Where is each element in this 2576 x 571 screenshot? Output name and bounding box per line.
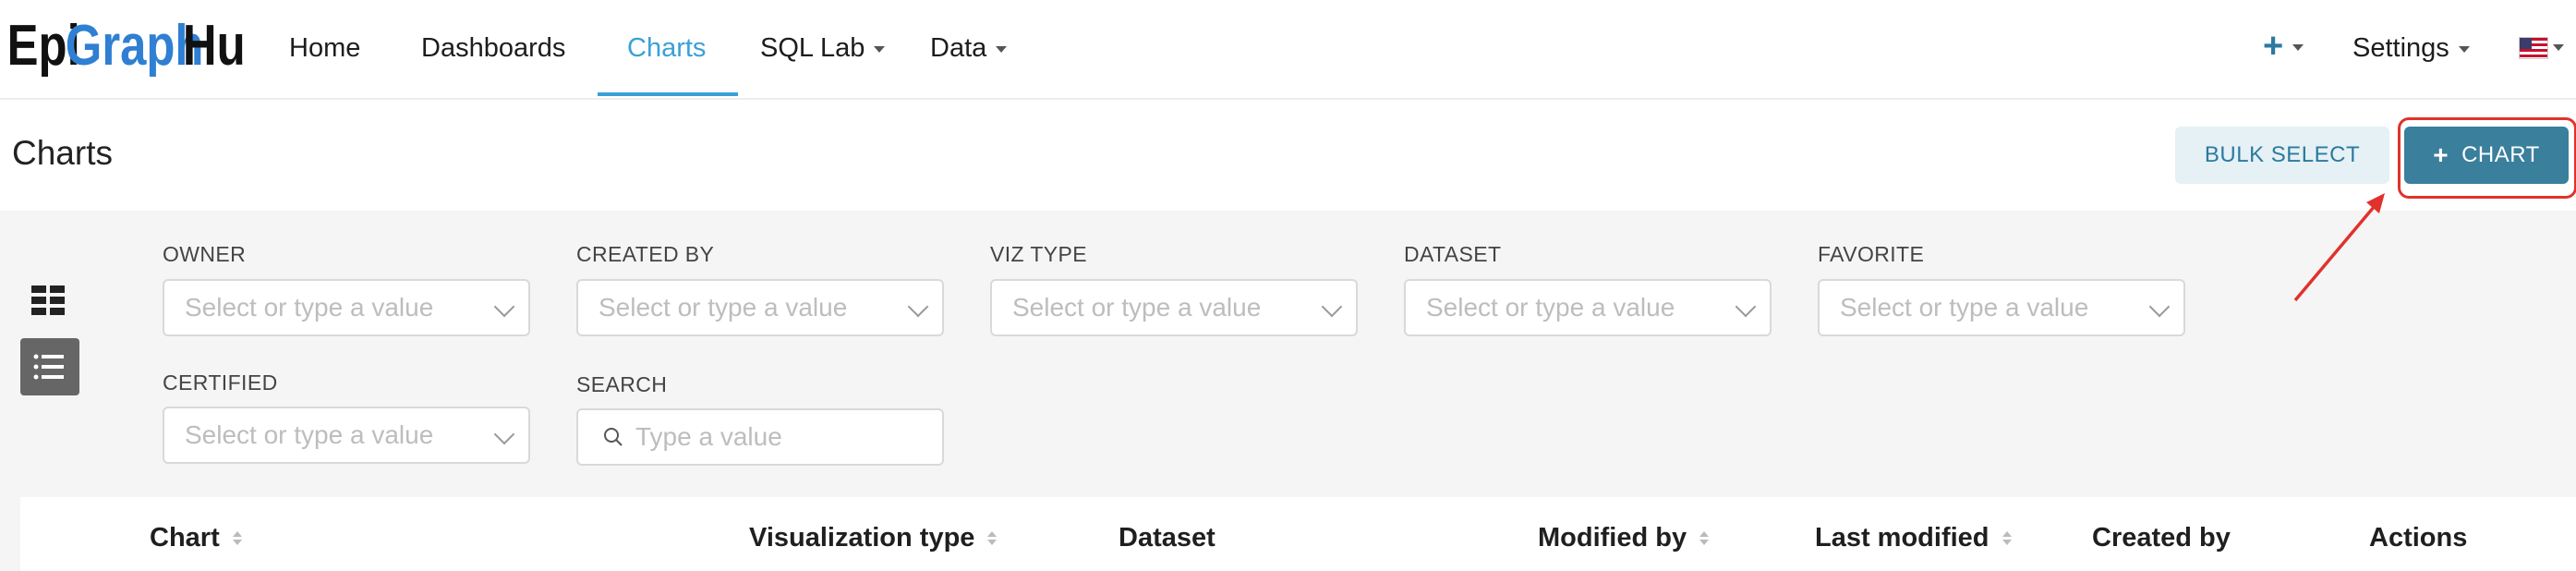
caret-down-icon <box>996 45 1008 53</box>
column-header-visualization-type[interactable]: Visualization type <box>749 523 998 553</box>
sort-icon <box>232 531 242 545</box>
caret-down-icon <box>2458 45 2470 53</box>
top-navbar: Epi Graph Hub Home Dashboards Charts SQL… <box>0 0 2576 100</box>
search-input-placeholder: Type a value <box>635 422 782 451</box>
nav-settings-label: Settings <box>2352 32 2449 63</box>
favorite-filter-label: FAVORITE <box>1818 242 1925 266</box>
created-by-select-placeholder: Select or type a value <box>599 293 848 322</box>
search-filter-label: SEARCH <box>576 372 668 396</box>
add-chart-button[interactable]: + CHART <box>2404 127 2569 184</box>
certified-select-placeholder: Select or type a value <box>185 420 434 449</box>
list-view-icon <box>33 354 64 380</box>
active-tab-indicator <box>598 92 738 96</box>
nav-data-label: Data <box>930 32 987 63</box>
nav-sql-lab[interactable]: SQL Lab <box>760 0 886 96</box>
created-by-filter-label: CREATED BY <box>576 242 715 266</box>
nav-dashboards-label: Dashboards <box>421 32 566 63</box>
owner-select[interactable]: Select or type a value <box>163 279 530 336</box>
page-title: Charts <box>12 134 113 172</box>
new-menu[interactable]: + <box>2263 27 2304 66</box>
caret-down-icon <box>874 45 886 53</box>
column-header-actions: Actions <box>2369 523 2467 553</box>
column-header-modified-by[interactable]: Modified by <box>1538 523 1710 553</box>
column-header-label: Visualization type <box>749 523 975 553</box>
chevron-down-icon <box>1321 296 1343 318</box>
plus-icon: + <box>2433 140 2449 169</box>
us-flag-icon[interactable] <box>2519 37 2548 59</box>
plus-icon: + <box>2263 27 2284 66</box>
column-header-label: Created by <box>2092 523 2231 553</box>
logo-text-hub: Hub <box>183 14 248 78</box>
column-header-label: Actions <box>2369 523 2468 553</box>
nav-charts[interactable]: Charts <box>627 0 706 96</box>
chevron-down-icon <box>907 296 929 318</box>
epigraphhub-logo[interactable]: Epi Graph Hub <box>6 6 248 87</box>
chevron-down-icon <box>2148 296 2171 318</box>
created-by-select[interactable]: Select or type a value <box>576 279 944 336</box>
sort-icon <box>1699 531 1710 545</box>
chevron-down-icon <box>493 423 515 445</box>
nav-home[interactable]: Home <box>289 0 360 96</box>
grid-view-icon[interactable] <box>30 283 68 318</box>
nav-sql-lab-label: SQL Lab <box>760 32 865 63</box>
certified-select[interactable]: Select or type a value <box>163 407 530 464</box>
dataset-select[interactable]: Select or type a value <box>1404 279 1772 336</box>
nav-charts-label: Charts <box>627 32 707 63</box>
dataset-filter-label: DATASET <box>1404 242 1502 266</box>
sort-icon <box>2002 531 2012 545</box>
list-view-button[interactable] <box>20 338 79 395</box>
column-header-label: Dataset <box>1119 523 1215 553</box>
viz-type-select-placeholder: Select or type a value <box>1012 293 1262 322</box>
table-header: Chart Visualization type Dataset Modifie… <box>20 497 2576 571</box>
viz-type-select[interactable]: Select or type a value <box>990 279 1358 336</box>
nav-settings[interactable]: Settings <box>2352 0 2470 96</box>
annotation-arrow <box>2293 193 2385 302</box>
nav-home-label: Home <box>289 32 361 63</box>
owner-filter-label: OWNER <box>163 242 247 266</box>
bulk-select-button[interactable]: BULK SELECT <box>2175 127 2389 184</box>
column-header-label: Chart <box>150 523 220 553</box>
owner-select-placeholder: Select or type a value <box>185 293 434 322</box>
column-header-label: Modified by <box>1538 523 1687 553</box>
favorite-select[interactable]: Select or type a value <box>1818 279 2185 336</box>
chevron-down-icon <box>1735 296 1757 318</box>
favorite-select-placeholder: Select or type a value <box>1840 293 2089 322</box>
dataset-select-placeholder: Select or type a value <box>1426 293 1675 322</box>
caret-down-icon[interactable] <box>2553 44 2564 51</box>
viz-type-filter-label: VIZ TYPE <box>990 242 1088 266</box>
nav-data[interactable]: Data <box>930 0 1008 96</box>
search-input[interactable]: Type a value <box>576 408 944 466</box>
certified-filter-label: CERTIFIED <box>163 371 278 395</box>
column-header-dataset: Dataset <box>1119 523 1215 553</box>
column-header-label: Last modified <box>1815 523 1989 553</box>
sort-icon <box>987 531 998 545</box>
caret-down-icon <box>2292 43 2304 51</box>
nav-dashboards[interactable]: Dashboards <box>421 0 565 96</box>
search-icon <box>604 428 623 446</box>
column-header-chart[interactable]: Chart <box>150 523 242 553</box>
chevron-down-icon <box>493 296 515 318</box>
add-chart-label: CHART <box>2461 142 2540 167</box>
column-header-created-by: Created by <box>2092 523 2231 553</box>
column-header-last-modified[interactable]: Last modified <box>1815 523 2012 553</box>
